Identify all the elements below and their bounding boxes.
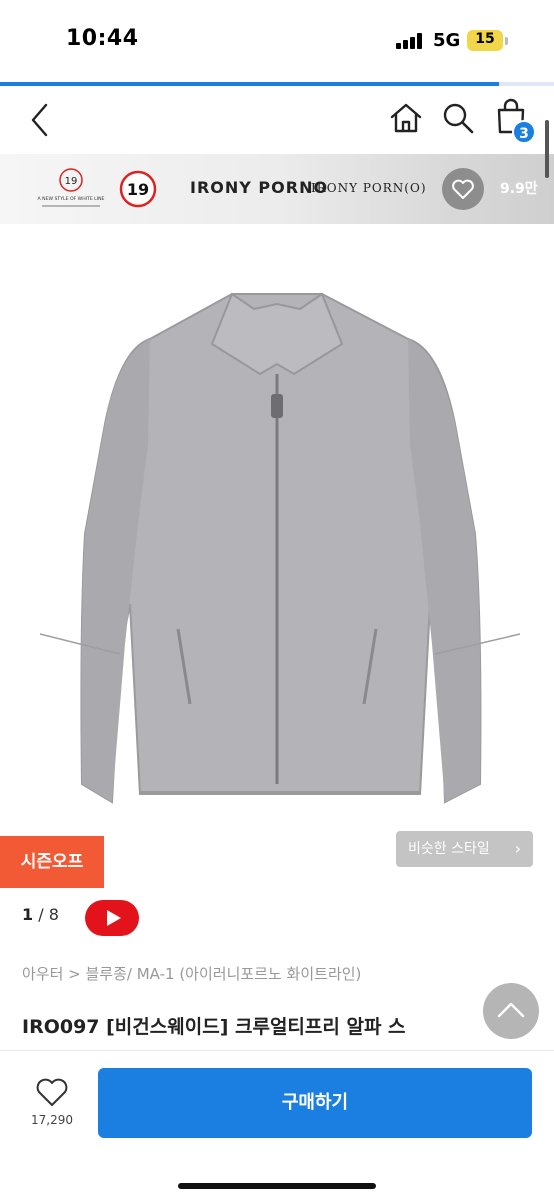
product-title: IRO097 [비건스웨이드] 크루얼티프리 알파 스 xyxy=(22,1016,406,1038)
svg-text:A NEW STYLE OF WHITE LINE: A NEW STYLE OF WHITE LINE xyxy=(38,196,105,202)
chevron-left-icon xyxy=(31,103,48,137)
product-image[interactable] xyxy=(0,224,554,892)
scrollbar-thumb[interactable] xyxy=(545,120,549,178)
heart-icon xyxy=(452,179,474,199)
top-nav: 3 xyxy=(0,86,554,154)
back-button[interactable] xyxy=(24,100,56,140)
status-time: 10:44 xyxy=(66,26,139,51)
brand-logo-emblem: 19 A NEW STYLE OF WHITE LINE xyxy=(38,168,105,207)
scroll-top-button[interactable] xyxy=(483,983,539,1039)
cart-button[interactable]: 3 xyxy=(494,98,540,146)
cart-count-badge: 3 xyxy=(512,120,536,144)
image-counter-total: / 8 xyxy=(38,905,59,924)
season-off-badge: 시즌오프 xyxy=(0,836,104,888)
home-button[interactable] xyxy=(388,100,424,136)
battery-level: 15 xyxy=(475,31,495,47)
svg-text:19: 19 xyxy=(65,176,78,187)
battery-tip xyxy=(505,37,508,45)
chevron-right-icon: › xyxy=(514,839,521,858)
battery-icon: 15 xyxy=(467,30,503,51)
heart-icon xyxy=(36,1078,68,1106)
similar-style-button[interactable]: 비슷한 스타일 › xyxy=(396,831,533,867)
status-bar: 10:44 5G 15 xyxy=(0,0,554,82)
search-button[interactable] xyxy=(440,100,476,136)
home-icon xyxy=(390,103,422,133)
wish-count: 17,290 xyxy=(31,1113,73,1127)
wish-button[interactable]: 17,290 xyxy=(28,1073,76,1135)
svg-text:19: 19 xyxy=(127,180,149,199)
video-play-button[interactable] xyxy=(85,900,139,936)
image-counter-current: 1 xyxy=(22,905,34,924)
brand-like-button[interactable] xyxy=(442,168,484,210)
chevron-up-icon xyxy=(497,1002,525,1018)
network-label: 5G xyxy=(433,30,461,51)
brand-banner[interactable]: 19 A NEW STYLE OF WHITE LINE 19 IRONY PO… xyxy=(0,154,554,224)
breadcrumb[interactable]: 아우터 > 블루종/ MA-1 (아이러니포르노 화이트라인) xyxy=(22,963,361,984)
brand-wordmark: IRONY PORNO xyxy=(190,178,329,197)
buy-button[interactable]: 구매하기 xyxy=(98,1068,532,1138)
jacket-image xyxy=(39,292,521,804)
brand-like-count: 9.9만 xyxy=(500,181,538,197)
image-counter: 1 / 8 xyxy=(22,905,59,924)
home-indicator xyxy=(178,1183,376,1189)
signal-icon xyxy=(396,33,426,49)
brand-name: IRONY PORN(O) xyxy=(311,181,427,195)
search-icon xyxy=(443,103,474,134)
bottom-action-bar: 17,290 구매하기 xyxy=(0,1050,554,1200)
similar-style-label: 비슷한 스타일 xyxy=(408,841,490,857)
brand-logo-19: 19 xyxy=(119,170,157,208)
